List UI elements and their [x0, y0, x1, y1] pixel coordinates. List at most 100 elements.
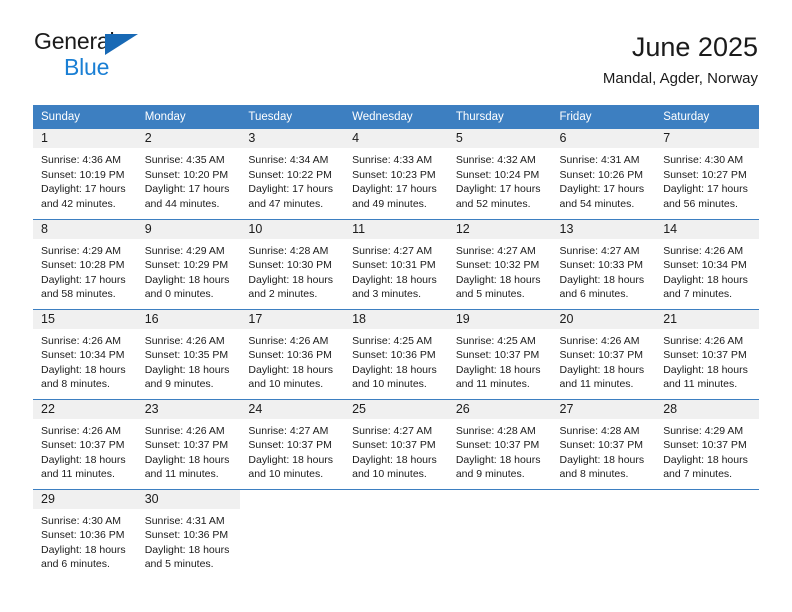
day-number	[448, 490, 552, 509]
day-number: 25	[344, 399, 448, 419]
sunset-text: Sunset: 10:32 PM	[455, 259, 540, 272]
calendar-cell-empty	[447, 488, 552, 579]
day-number: 4	[344, 129, 448, 148]
sunset-text: Sunset: 10:28 PM	[41, 259, 125, 272]
day-details: Sunrise: 4:27 AM Sunset: 10:37 PM Daylight…	[344, 419, 448, 482]
day-details: Sunrise: 4:27 AM Sunset: 10:33 PM Daylight…	[552, 239, 656, 302]
day-details: Sunrise: 4:26 AM Sunset: 10:37 PM Daylight…	[552, 329, 656, 392]
calendar-day-cell[interactable]: 28 Sunrise: 4:29 AM Sunset: 10:37 PM Daylig…	[655, 398, 759, 489]
sunrise-text: Sunrise: 4:27 AM	[352, 244, 433, 257]
daylight-text: Daylight: 17 hours and 56 minutes.	[663, 183, 748, 210]
day-details: Sunrise: 4:33 AM Sunset: 10:23 PM Daylight…	[344, 148, 448, 211]
daylight-text: Daylight: 18 hours and 11 minutes.	[41, 453, 126, 481]
calendar-day-cell[interactable]: 4 Sunrise: 4:33 AM Sunset: 10:23 PM Dayligh…	[344, 129, 448, 219]
day-number: 29	[33, 489, 137, 509]
page-subtitle: Mandal, Agder, Norway	[602, 70, 758, 87]
calendar-day-cell[interactable]: 21 Sunrise: 4:26 AM Sunset: 10:37 PM Daylig…	[655, 308, 759, 399]
calendar-day-cell[interactable]: 24 Sunrise: 4:27 AM Sunset: 10:37 PM Daylig…	[240, 398, 345, 489]
calendar-day-cell[interactable]: 16 Sunrise: 4:26 AM Sunset: 10:35 PM Daylig…	[136, 308, 241, 399]
daylight-text: Daylight: 18 hours and 11 minutes.	[559, 363, 645, 391]
day-number	[240, 490, 344, 509]
sunset-text: Sunset: 10:37 PM	[663, 349, 747, 362]
sunrise-text: Sunrise: 4:26 AM	[559, 334, 640, 347]
sunrise-text: Sunrise: 4:27 AM	[352, 424, 433, 437]
day-details: Sunrise: 4:34 AM Sunset: 10:22 PM Daylight…	[240, 148, 344, 211]
calendar-day-cell[interactable]: 25 Sunrise: 4:27 AM Sunset: 10:37 PM Daylig…	[344, 398, 448, 489]
daylight-text: Daylight: 18 hours and 7 minutes.	[663, 273, 748, 301]
calendar-day-cell[interactable]: 7 Sunrise: 4:30 AM Sunset: 10:27 PM Dayligh…	[655, 129, 759, 219]
calendar-day-cell[interactable]: 12 Sunrise: 4:27 AM Sunset: 10:32 PM Daylig…	[447, 218, 552, 309]
calendar-week-row: 15 Sunrise: 4:26 AM Sunset: 10:34 PM Daylig…	[33, 308, 759, 399]
page-title: June 2025	[631, 32, 758, 62]
calendar-day-cell[interactable]: 5 Sunrise: 4:32 AM Sunset: 10:24 PM Dayligh…	[447, 129, 552, 219]
calendar-day-cell[interactable]: 29 Sunrise: 4:30 AM Sunset: 10:36 PM Daylig…	[33, 488, 137, 579]
calendar-week-row: 1 Sunrise: 4:36 AM Sunset: 10:19 PM Dayligh…	[33, 129, 759, 219]
sunrise-text: Sunrise: 4:31 AM	[559, 154, 640, 166]
day-number: 27	[551, 399, 656, 419]
daylight-text: Daylight: 17 hours and 44 minutes.	[144, 183, 230, 210]
sunset-text: Sunset: 10:37 PM	[559, 349, 643, 362]
sunset-text: Sunset: 10:36 PM	[352, 349, 436, 362]
calendar-day-cell[interactable]: 26 Sunrise: 4:28 AM Sunset: 10:37 PM Daylig…	[447, 398, 552, 489]
day-number: 30	[136, 489, 241, 509]
calendar-day-cell[interactable]: 3 Sunrise: 4:34 AM Sunset: 10:22 PM Dayligh…	[240, 129, 345, 219]
calendar-day-cell[interactable]: 6 Sunrise: 4:31 AM Sunset: 10:26 PM Dayligh…	[551, 129, 656, 219]
sunrise-text: Sunrise: 4:26 AM	[144, 424, 225, 437]
calendar-day-cell[interactable]: 20 Sunrise: 4:26 AM Sunset: 10:37 PM Daylig…	[551, 308, 656, 399]
calendar-day-cell[interactable]: 23 Sunrise: 4:26 AM Sunset: 10:37 PM Daylig…	[136, 398, 241, 489]
sunset-text: Sunset: 10:37 PM	[248, 439, 332, 452]
calendar-day-cell[interactable]: 19 Sunrise: 4:25 AM Sunset: 10:37 PM Daylig…	[447, 308, 552, 399]
sunrise-text: Sunrise: 4:33 AM	[352, 154, 433, 166]
calendar-cell-empty	[240, 488, 345, 579]
calendar-day-cell[interactable]: 30 Sunrise: 4:31 AM Sunset: 10:36 PM Daylig…	[136, 488, 241, 579]
general-blue-logo[interactable]: General Blue	[34, 28, 154, 82]
sunset-text: Sunset: 10:23 PM	[352, 168, 436, 181]
day-details: Sunrise: 4:25 AM Sunset: 10:37 PM Daylight…	[448, 329, 552, 392]
daylight-text: Daylight: 18 hours and 10 minutes.	[248, 363, 334, 391]
calendar-grid: Sunday Monday Tuesday Wednesday Thursday Frid…	[33, 105, 759, 579]
calendar-cell-empty	[344, 488, 448, 579]
daylight-text: Daylight: 18 hours and 3 minutes.	[352, 273, 437, 301]
calendar-day-cell[interactable]: 11 Sunrise: 4:27 AM Sunset: 10:31 PM Daylig…	[344, 218, 448, 309]
day-details: Sunrise: 4:28 AM Sunset: 10:37 PM Daylight…	[448, 419, 552, 482]
calendar-day-cell[interactable]: 22 Sunrise: 4:26 AM Sunset: 10:37 PM Daylig…	[33, 398, 137, 489]
sunrise-text: Sunrise: 4:28 AM	[559, 424, 640, 437]
calendar-day-cell[interactable]: 10 Sunrise: 4:28 AM Sunset: 10:30 PM Daylig…	[240, 218, 345, 309]
sunset-text: Sunset: 10:27 PM	[663, 168, 747, 181]
calendar-cell-empty	[655, 488, 759, 579]
sunset-text: Sunset: 10:30 PM	[248, 259, 332, 272]
calendar-day-cell[interactable]: 13 Sunrise: 4:27 AM Sunset: 10:33 PM Daylig…	[551, 218, 656, 309]
calendar-day-cell[interactable]: 2 Sunrise: 4:35 AM Sunset: 10:20 PM Dayligh…	[136, 129, 241, 219]
sunset-text: Sunset: 10:37 PM	[559, 439, 643, 452]
calendar-day-cell[interactable]: 18 Sunrise: 4:25 AM Sunset: 10:36 PM Daylig…	[344, 308, 448, 399]
calendar-week-row: 22 Sunrise: 4:26 AM Sunset: 10:37 PM Daylig…	[33, 398, 759, 489]
weekday-header-row: Sunday Monday Tuesday Wednesday Thursday Frid…	[33, 105, 759, 129]
logo-word-blue: Blue	[64, 54, 110, 80]
sunset-text: Sunset: 10:35 PM	[144, 349, 229, 362]
daylight-text: Daylight: 17 hours and 52 minutes.	[455, 183, 541, 210]
day-number: 8	[33, 219, 137, 239]
daylight-text: Daylight: 18 hours and 2 minutes.	[248, 273, 334, 301]
calendar-day-cell[interactable]: 14 Sunrise: 4:26 AM Sunset: 10:34 PM Daylig…	[655, 218, 759, 309]
calendar-week-row: 29 Sunrise: 4:30 AM Sunset: 10:36 PM Daylig…	[33, 488, 759, 579]
calendar-day-cell[interactable]: 1 Sunrise: 4:36 AM Sunset: 10:19 PM Dayligh…	[33, 129, 137, 219]
daylight-text: Daylight: 18 hours and 0 minutes.	[144, 273, 230, 301]
sunrise-text: Sunrise: 4:28 AM	[248, 244, 329, 257]
day-details: Sunrise: 4:27 AM Sunset: 10:37 PM Daylight…	[240, 419, 344, 482]
triangle-icon	[105, 34, 138, 55]
daylight-text: Daylight: 18 hours and 10 minutes.	[352, 363, 437, 391]
calendar-day-cell[interactable]: 8 Sunrise: 4:29 AM Sunset: 10:28 PM Dayligh…	[33, 218, 137, 309]
calendar-day-cell[interactable]: 27 Sunrise: 4:28 AM Sunset: 10:37 PM Daylig…	[551, 398, 656, 489]
day-details: Sunrise: 4:26 AM Sunset: 10:36 PM Daylight…	[240, 329, 344, 392]
sunset-text: Sunset: 10:36 PM	[41, 529, 125, 542]
calendar-day-cell[interactable]: 9 Sunrise: 4:29 AM Sunset: 10:29 PM Dayligh…	[136, 218, 241, 309]
day-number: 15	[33, 309, 137, 329]
day-number: 1	[33, 129, 137, 148]
calendar-day-cell[interactable]: 17 Sunrise: 4:26 AM Sunset: 10:36 PM Daylig…	[240, 308, 345, 399]
sunrise-text: Sunrise: 4:26 AM	[663, 244, 744, 257]
title-block: June 2025 Mandal, Agder, Norway	[603, 28, 758, 90]
day-details: Sunrise: 4:29 AM Sunset: 10:37 PM Daylight…	[655, 419, 759, 482]
calendar-day-cell[interactable]: 15 Sunrise: 4:26 AM Sunset: 10:34 PM Daylig…	[33, 308, 137, 399]
sunrise-text: Sunrise: 4:27 AM	[455, 244, 536, 257]
sunset-text: Sunset: 10:20 PM	[144, 168, 229, 181]
